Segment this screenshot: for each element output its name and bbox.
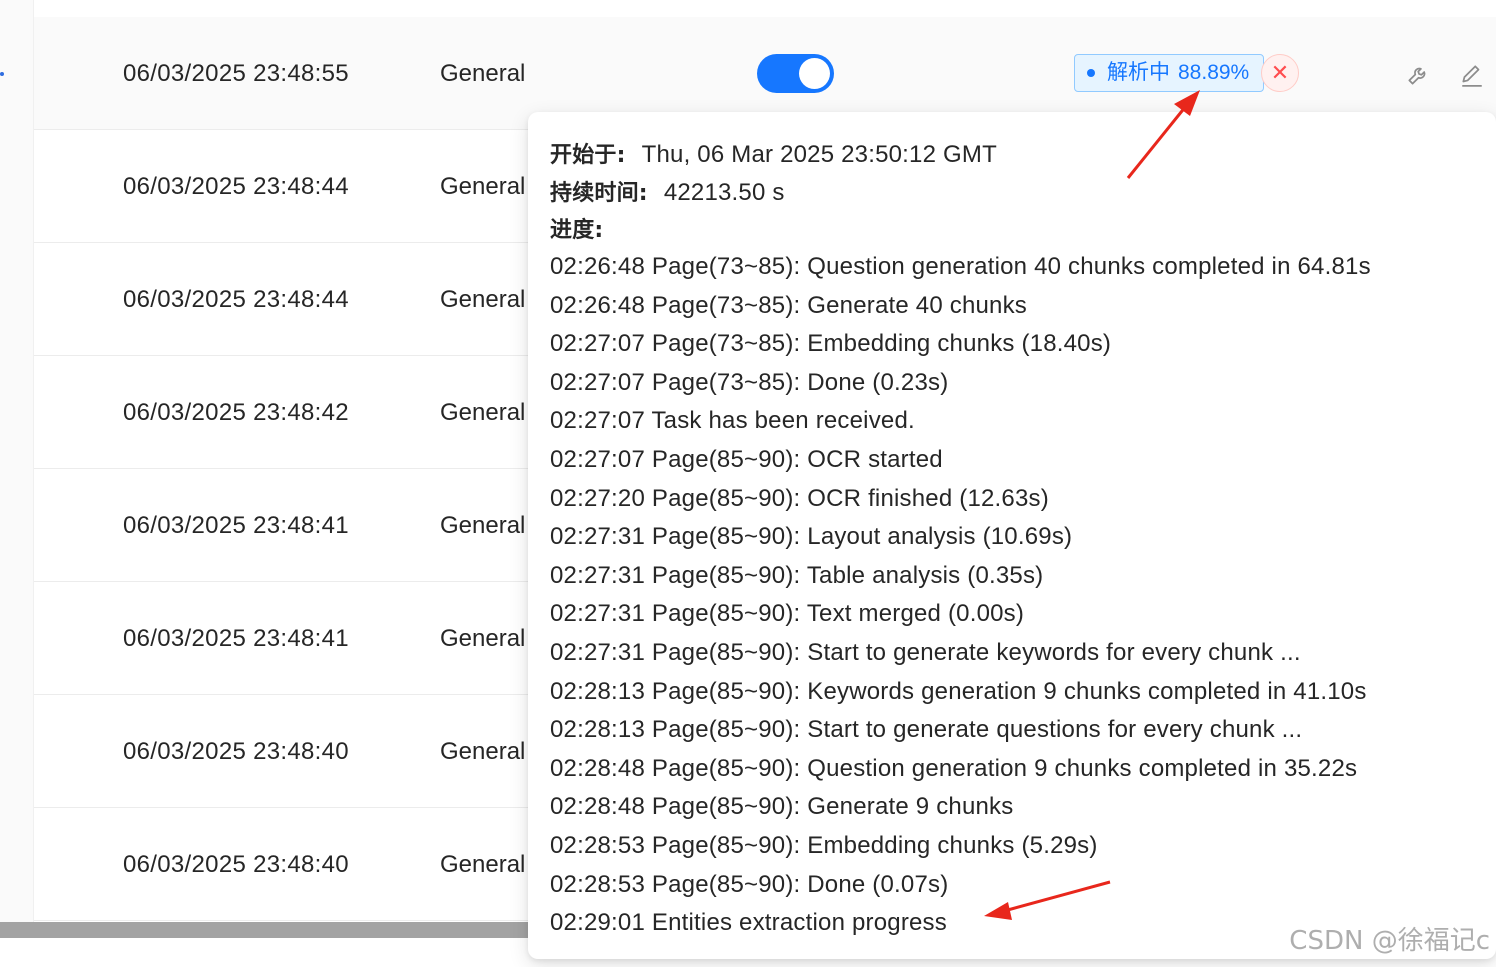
log-entry: 02:28:53 Page(85~90): Embedding chunks (… <box>550 831 1098 859</box>
log-entry: 02:27:31 Page(85~90): Text merged (0.00s… <box>550 600 1025 628</box>
log-entry: 02:27:31 Page(85~90): Layout analysis (1… <box>550 523 1073 551</box>
parser-type-cell: General <box>440 512 526 539</box>
upload-date-cell: 06/03/2025 23:48:41 <box>123 625 349 652</box>
watermark: CSDN @徐福记c <box>1289 926 1490 956</box>
parser-type-cell: General <box>440 399 526 426</box>
log-entry: 02:27:31 Page(85~90): Table analysis (0.… <box>550 561 1044 589</box>
log-entry: 02:28:48 Page(85~90): Question generatio… <box>550 754 1358 782</box>
log-entry: 02:28:13 Page(85~90): Start to generate … <box>550 716 1303 744</box>
log-entry: 02:26:48 Page(73~85): Question generatio… <box>550 253 1371 280</box>
upload-date-cell: 06/03/2025 23:48:40 <box>123 738 349 765</box>
log-entry: 02:27:20 Page(85~90): OCR finished (12.6… <box>550 484 1049 512</box>
started-line: 开始于: Thu, 06 Mar 2025 23:50:12 GMT <box>550 136 1474 174</box>
pencil-icon[interactable] <box>1459 62 1485 88</box>
started-value: Thu, 06 Mar 2025 23:50:12 GMT <box>641 141 997 168</box>
log-entry: 02:28:13 Page(85~90): Keywords generatio… <box>550 677 1367 705</box>
parser-type-cell: General <box>440 173 526 200</box>
cancel-parse-button[interactable]: ✕ <box>1261 54 1299 92</box>
upload-date-cell: 06/03/2025 23:48:41 <box>123 512 349 539</box>
table-left-column <box>0 0 34 922</box>
parsing-status-tag[interactable]: 解析中 88.89% <box>1074 54 1265 92</box>
scrollbar-thumb[interactable] <box>0 922 540 938</box>
progress-label: 进度: <box>550 218 604 243</box>
enable-toggle[interactable] <box>757 54 834 93</box>
status-percent: 88.89% <box>1178 61 1250 84</box>
toggle-knob <box>799 58 830 89</box>
started-label: 开始于: <box>550 143 626 168</box>
status-label: 解析中 <box>1107 61 1170 84</box>
parser-type-cell: General <box>440 286 526 313</box>
row-marker-dot <box>0 72 4 76</box>
upload-date-cell: 06/03/2025 23:48:44 <box>123 286 349 313</box>
status-dot-icon <box>1087 69 1095 77</box>
log-entry: 02:28:48 Page(85~90): Generate 9 chunks <box>550 793 1014 821</box>
progress-line: 进度: <box>550 212 1474 248</box>
upload-date-cell: 06/03/2025 23:48:44 <box>123 173 349 200</box>
progress-popover: 开始于: Thu, 06 Mar 2025 23:50:12 GMT 持续时间: 4… <box>528 112 1496 959</box>
parser-type-cell: General <box>440 738 526 765</box>
log-entry: 02:27:07 Task has been received. <box>550 407 915 435</box>
log-entry: 02:27:07 Page(73~85): Embedding chunks (… <box>550 330 1112 358</box>
duration-value: 42213.50 s <box>663 179 785 206</box>
wrench-icon[interactable] <box>1405 62 1431 88</box>
parser-type-cell: General <box>440 625 526 652</box>
upload-date-cell: 06/03/2025 23:48:42 <box>123 399 349 426</box>
log-entry: 02:27:07 Page(73~85): Done (0.23s) <box>550 368 949 396</box>
log-entry: 02:27:07 Page(85~90): OCR started <box>550 445 943 473</box>
parser-type-cell: General <box>440 60 526 87</box>
log-entry: 02:26:48 Page(73~85): Generate 40 chunks <box>550 291 1028 319</box>
log-entry: 02:28:53 Page(85~90): Done (0.07s) <box>550 870 949 898</box>
log-entry: 02:27:31 Page(85~90): Start to generate … <box>550 638 1301 666</box>
upload-date-cell: 06/03/2025 23:48:55 <box>123 60 349 87</box>
progress-log: 02:26:48 Page(73~85): Question generatio… <box>550 248 1474 943</box>
duration-line: 持续时间: 42213.50 s <box>550 174 1474 212</box>
duration-label: 持续时间: <box>550 181 648 206</box>
upload-date-cell: 06/03/2025 23:48:40 <box>123 851 349 878</box>
parser-type-cell: General <box>440 851 526 878</box>
